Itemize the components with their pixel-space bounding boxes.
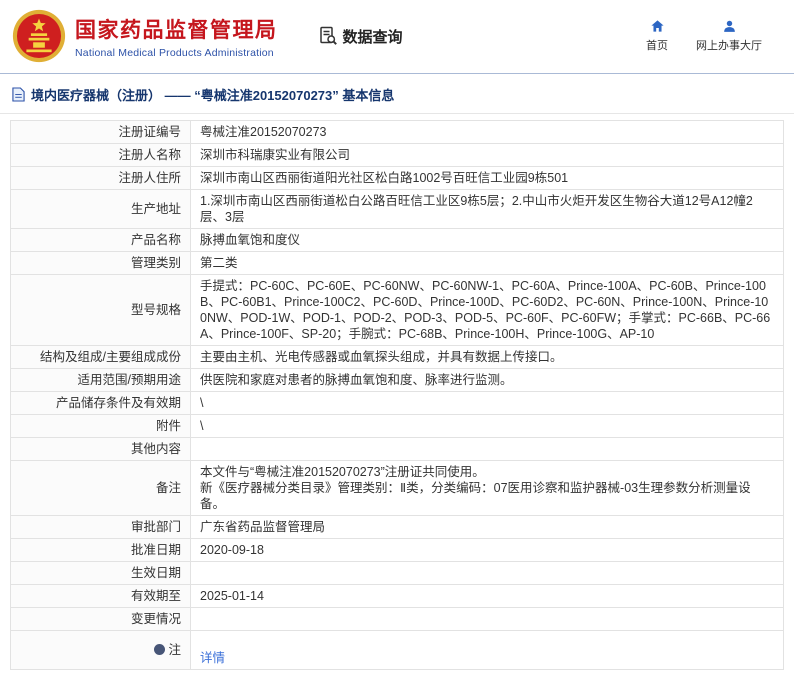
table-row: 产品储存条件及有效期 \ [11,392,784,415]
table-row: 产品名称 脉搏血氧饱和度仪 [11,229,784,252]
row-label: 注 [11,631,191,670]
table-row: 管理类别 第二类 [11,252,784,275]
row-value: 主要由主机、光电传感器或血氧探头组成，并具有数据上传接口。 [191,346,784,369]
row-value: 手提式：PC-60C、PC-60E、PC-60NW、PC-60NW-1、PC-6… [191,275,784,346]
table-row: 备注 本文件与“粤械注准20152070273”注册证共同使用。 新《医疗器械分… [11,461,784,516]
agency-name-cn: 国家药品监督管理局 [75,14,278,44]
row-label: 附件 [11,415,191,438]
row-label: 注册人名称 [11,144,191,167]
table-row: 批准日期 2020-09-18 [11,539,784,562]
nav-home-label: 首页 [646,37,668,53]
row-label: 审批部门 [11,516,191,539]
detail-link[interactable]: 详情 [200,651,225,665]
table-row: 注册证编号 粤械注准20152070273 [11,121,784,144]
table-row: 结构及组成/主要组成成份 主要由主机、光电传感器或血氧探头组成，并具有数据上传接… [11,346,784,369]
document-search-icon [318,26,338,46]
row-value: 本文件与“粤械注准20152070273”注册证共同使用。 新《医疗器械分类目录… [191,461,784,516]
table-row: 适用范围/预期用途 供医院和家庭对患者的脉搏血氧饱和度、脉率进行监测。 [11,369,784,392]
top-nav: 首页 网上办事大厅 [646,19,780,53]
document-icon [12,87,25,102]
row-value: \ [191,392,784,415]
table-row: 其他内容 [11,438,784,461]
row-label: 型号规格 [11,275,191,346]
row-label: 有效期至 [11,585,191,608]
row-label: 变更情况 [11,608,191,631]
table-row: 审批部门 广东省药品监督管理局 [11,516,784,539]
row-label: 批准日期 [11,539,191,562]
person-icon [722,19,737,34]
row-value: 深圳市科瑞康实业有限公司 [191,144,784,167]
note-icon [154,644,165,655]
row-value [191,562,784,585]
table-row: 生效日期 [11,562,784,585]
nav-service-hall[interactable]: 网上办事大厅 [696,19,762,53]
row-value: 供医院和家庭对患者的脉搏血氧饱和度、脉率进行监测。 [191,369,784,392]
nav-service-hall-label: 网上办事大厅 [696,37,762,53]
row-value: 第二类 [191,252,784,275]
row-label: 适用范围/预期用途 [11,369,191,392]
row-value: 1.深圳市南山区西丽街道松白公路百旺信工业区9栋5层；2.中山市火炬开发区生物谷… [191,190,784,229]
row-label: 产品储存条件及有效期 [11,392,191,415]
row-label: 其他内容 [11,438,191,461]
row-value: 广东省药品监督管理局 [191,516,784,539]
table-row-note: 注 详情 [11,631,784,670]
row-label: 生效日期 [11,562,191,585]
row-label: 生产地址 [11,190,191,229]
page-title-bar: 境内医疗器械（注册） —— “粤械注准20152070273” 基本信息 [0,74,794,114]
table-row: 有效期至 2025-01-14 [11,585,784,608]
table-row: 变更情况 [11,608,784,631]
nav-home[interactable]: 首页 [646,19,668,53]
row-value: 2025-01-14 [191,585,784,608]
row-label: 注册证编号 [11,121,191,144]
row-label: 产品名称 [11,229,191,252]
registration-info: 注册证编号 粤械注准20152070273 注册人名称 深圳市科瑞康实业有限公司… [0,114,794,682]
brand: 国家药品监督管理局 National Medical Products Admi… [12,9,278,63]
agency-name: 国家药品监督管理局 National Medical Products Admi… [75,14,278,59]
row-label: 管理类别 [11,252,191,275]
national-emblem-icon [12,9,66,63]
table-row: 注册人名称 深圳市科瑞康实业有限公司 [11,144,784,167]
row-value: 脉搏血氧饱和度仪 [191,229,784,252]
table-row: 型号规格 手提式：PC-60C、PC-60E、PC-60NW、PC-60NW-1… [11,275,784,346]
row-value: 深圳市南山区西丽街道阳光社区松白路1002号百旺信工业园9栋501 [191,167,784,190]
row-value: 粤械注准20152070273 [191,121,784,144]
agency-name-en: National Medical Products Administration [75,47,278,59]
home-icon [650,19,665,34]
table-row: 附件 \ [11,415,784,438]
row-value [191,608,784,631]
row-label: 注册人住所 [11,167,191,190]
site-header: 国家药品监督管理局 National Medical Products Admi… [0,0,794,74]
data-query-label: 数据查询 [343,26,403,47]
row-value: 详情 [191,631,784,670]
data-query-tab[interactable]: 数据查询 [318,26,403,47]
registration-info-table: 注册证编号 粤械注准20152070273 注册人名称 深圳市科瑞康实业有限公司… [10,120,784,670]
page-title: 境内医疗器械（注册） —— “粤械注准20152070273” 基本信息 [31,85,394,104]
table-row: 注册人住所 深圳市南山区西丽街道阳光社区松白路1002号百旺信工业园9栋501 [11,167,784,190]
row-value: 2020-09-18 [191,539,784,562]
row-label: 备注 [11,461,191,516]
row-label: 结构及组成/主要组成成份 [11,346,191,369]
table-row: 生产地址 1.深圳市南山区西丽街道松白公路百旺信工业区9栋5层；2.中山市火炬开… [11,190,784,229]
row-value [191,438,784,461]
note-label: 注 [168,643,181,657]
row-value: \ [191,415,784,438]
